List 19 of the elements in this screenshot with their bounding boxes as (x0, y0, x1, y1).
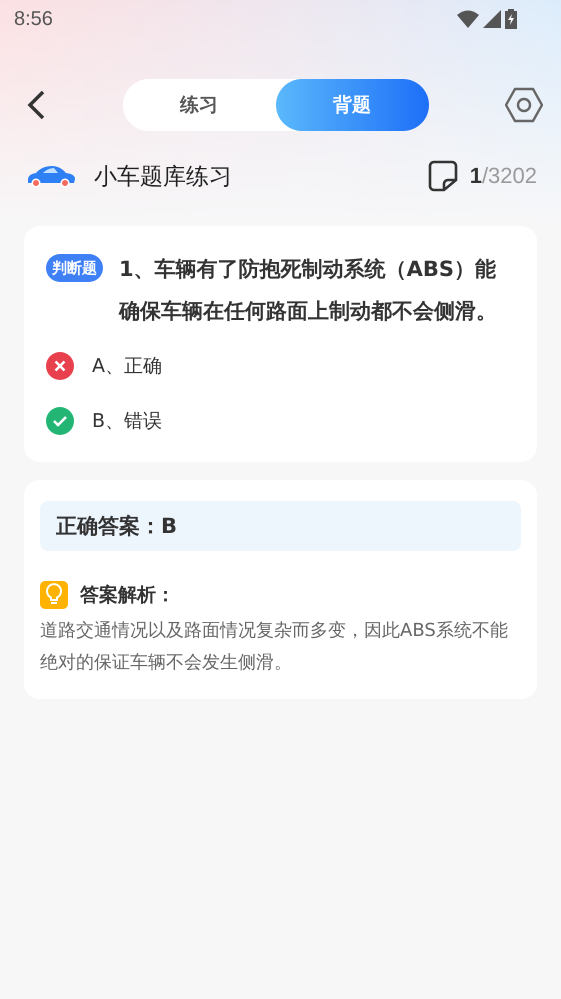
question-type-badge: 判断题 (46, 254, 103, 282)
note-icon[interactable] (428, 160, 458, 192)
question-text: 1、车辆有了防抱死制动系统（ABS）能确保车辆在任何路面上制动都不会侧滑。 (119, 256, 498, 325)
signal-icon (483, 10, 501, 28)
analysis-text: 道路交通情况以及路面情况复杂而多变，因此ABS系统不能绝对的保证车辆不会发生侧滑。 (40, 619, 509, 675)
question-counter: 1/3202 (470, 163, 537, 189)
back-icon[interactable] (26, 89, 46, 121)
lightbulb-icon (40, 581, 68, 609)
status-time: 8:56 (14, 8, 53, 30)
mode-tab[interactable]: 练习 (122, 79, 276, 131)
option-text: A、正确 (92, 354, 162, 378)
wifi-icon (457, 10, 479, 28)
correct-answer-banner: 正确答案：B (40, 501, 521, 551)
analysis-title: 答案解析： (80, 583, 175, 608)
course-title: 小车题库练习 (94, 162, 233, 192)
settings-icon[interactable] (505, 87, 543, 123)
battery-icon (505, 9, 517, 29)
option-text: B、错误 (92, 408, 162, 434)
car-icon (26, 164, 76, 188)
